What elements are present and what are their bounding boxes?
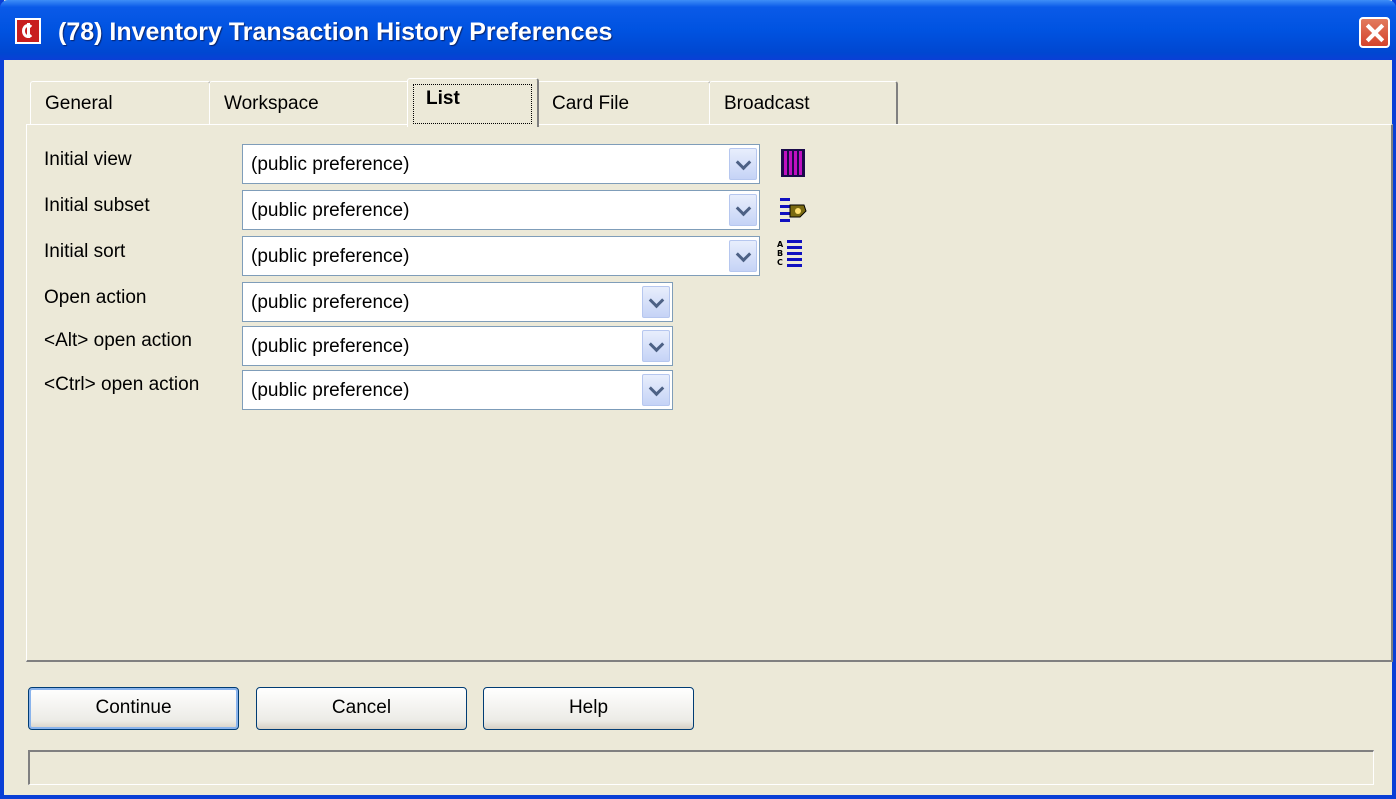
status-bar (28, 750, 1374, 785)
svg-text:B: B (777, 249, 783, 258)
close-button[interactable] (1359, 17, 1390, 48)
initial-sort-select[interactable]: (public preference) (242, 236, 760, 276)
svg-text:A: A (777, 240, 784, 249)
open-action-label: Open action (44, 287, 147, 308)
open-action-value: (public preference) (251, 292, 410, 313)
initial-view-value: (public preference) (251, 154, 410, 175)
help-button-label: Help (568, 697, 609, 718)
cancel-button-label: Cancel (331, 697, 392, 718)
subset-filter-icon[interactable] (778, 195, 808, 227)
initial-sort-label: Initial sort (44, 241, 126, 262)
app-logo-icon[interactable] (15, 18, 41, 44)
initial-sort-value: (public preference) (251, 246, 410, 267)
preferences-window: (78) Inventory Transaction History Prefe… (0, 0, 1396, 799)
tab-card-file[interactable]: Card File (537, 81, 711, 124)
alt-open-action-value: (public preference) (251, 336, 410, 357)
initial-subset-select[interactable]: (public preference) (242, 190, 760, 230)
continue-button[interactable]: Continue (28, 687, 239, 730)
chevron-down-icon[interactable] (729, 148, 757, 180)
initial-view-label: Initial view (44, 149, 132, 170)
window-title: (78) Inventory Transaction History Prefe… (58, 18, 613, 46)
tab-list-label: List (426, 88, 460, 109)
open-action-select[interactable]: (public preference) (242, 282, 673, 322)
alt-open-action-label: <Alt> open action (44, 330, 192, 351)
tab-workspace-label: Workspace (224, 93, 319, 114)
ctrl-open-action-value: (public preference) (251, 380, 410, 401)
ctrl-open-action-select[interactable]: (public preference) (242, 370, 673, 410)
chevron-down-icon[interactable] (642, 330, 670, 362)
title-bar[interactable]: (78) Inventory Transaction History Prefe… (0, 0, 1396, 60)
sort-abc-icon[interactable]: A B C (775, 238, 805, 270)
initial-subset-label: Initial subset (44, 195, 150, 216)
chevron-down-icon[interactable] (729, 240, 757, 272)
initial-subset-value: (public preference) (251, 200, 410, 221)
tab-broadcast[interactable]: Broadcast (709, 81, 898, 124)
initial-view-select[interactable]: (public preference) (242, 144, 760, 184)
ctrl-open-action-label: <Ctrl> open action (44, 374, 200, 395)
tab-general-label: General (45, 93, 113, 114)
tab-general[interactable]: General (30, 81, 211, 124)
svg-text:C: C (777, 258, 783, 267)
help-button[interactable]: Help (483, 687, 694, 730)
cancel-button[interactable]: Cancel (256, 687, 467, 730)
tab-card-file-label: Card File (552, 93, 630, 114)
tab-workspace[interactable]: Workspace (209, 81, 414, 124)
continue-button-label: Continue (95, 697, 172, 718)
tab-list[interactable]: List (407, 78, 539, 127)
view-layout-icon[interactable] (778, 147, 808, 179)
chevron-down-icon[interactable] (729, 194, 757, 226)
alt-open-action-select[interactable]: (public preference) (242, 326, 673, 366)
chevron-down-icon[interactable] (642, 286, 670, 318)
chevron-down-icon[interactable] (642, 374, 670, 406)
tab-broadcast-label: Broadcast (724, 93, 810, 114)
